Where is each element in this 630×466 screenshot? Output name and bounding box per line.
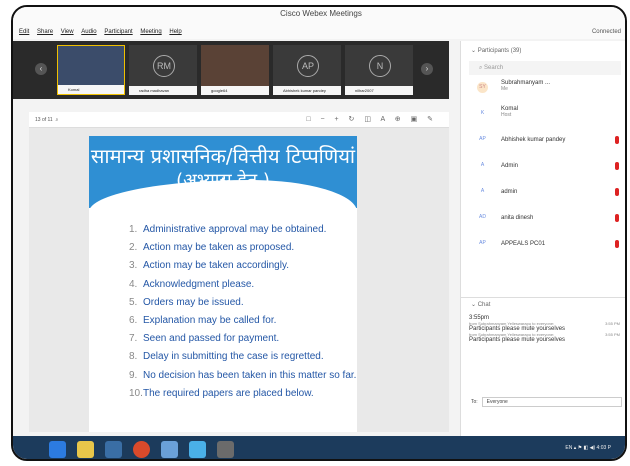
participant-name: anita dinesh — [501, 215, 534, 221]
muted-mic-icon[interactable] — [615, 214, 619, 222]
participant-row[interactable]: AD anita dinesh — [461, 205, 625, 231]
avatar: RM — [153, 55, 175, 77]
participant-row[interactable]: A Admin — [461, 153, 625, 179]
avatar: A — [480, 188, 485, 194]
muted-mic-icon[interactable] — [615, 162, 619, 170]
webex-icon[interactable] — [189, 441, 206, 458]
menu-share[interactable]: Share — [37, 25, 53, 39]
participant-search-input[interactable]: ⌕ Search — [469, 61, 621, 75]
participant-row[interactable]: SY Subrahmanyam ... Me — [461, 75, 625, 101]
list-item: 2. Action may be taken as proposed. — [129, 242, 295, 254]
list-item: 6. Explanation may be called for. — [129, 314, 277, 326]
menu-edit[interactable]: Edit — [19, 25, 29, 39]
participant-row[interactable]: AP APPEALS PC01 — [461, 231, 625, 257]
list-item: 7. Seen and passed for payment. — [129, 333, 280, 345]
muted-mic-icon[interactable] — [615, 136, 619, 144]
window-title: Cisco Webex Meetings — [13, 7, 625, 25]
thumb-caption: radha madhavan — [129, 86, 197, 95]
avatar: AP — [479, 136, 486, 142]
slide: सामान्य प्रशासनिक/वित्तीय टिप्पणियां : (… — [89, 136, 357, 432]
thumb-caption: Abhishek kumar pandey — [273, 86, 341, 95]
participant-row[interactable]: K Komal Host — [461, 101, 625, 127]
next-video-button[interactable]: › — [421, 63, 433, 75]
windows-taskbar: EN ▴ ⚑ ◧ ◀) 4:03 P — [13, 436, 625, 459]
shared-document-area: सामान्य प्रशासनिक/वित्तीय टिप्पणियां : (… — [29, 128, 449, 432]
folder-icon[interactable] — [77, 441, 94, 458]
avatar: K — [480, 110, 485, 116]
chat-header[interactable]: ⌄ Chat — [461, 297, 625, 311]
participant-name: admin — [501, 189, 518, 195]
chat-message: 3:55 PM from Subrahmanyam Yelleswarapu t… — [469, 321, 620, 332]
menu-audio[interactable]: Audio — [81, 25, 96, 39]
participant-name: Admin — [501, 163, 519, 169]
participants-header[interactable]: ⌄ Participants (39) — [461, 41, 625, 57]
document-toolbar: 13 of 11 ⌕ □ − + ↻ ◫ A ⊕ ▣ ✎ — [29, 112, 449, 128]
participant-row[interactable]: Aadmin — [461, 179, 625, 205]
avatar: SY — [477, 82, 488, 93]
avatar: N — [369, 55, 391, 77]
ie-icon[interactable] — [49, 441, 66, 458]
window-icon[interactable] — [161, 441, 178, 458]
participant-row[interactable]: AP Abhishek kumar pandey — [461, 127, 625, 153]
participant-name: Subrahmanyam ... — [501, 80, 551, 86]
chat-message: 3:55 PM from Subrahmanyam Yelleswarapu t… — [469, 332, 620, 343]
menu-bar: Edit Share View Audio Participant Meetin… — [13, 25, 625, 39]
participant-name: Abhishek kumar pandey — [501, 137, 566, 143]
prev-video-button[interactable]: ‹ — [35, 63, 47, 75]
webex-window: Cisco Webex Meetings Edit Share View Aud… — [11, 5, 627, 461]
connection-status: Connected — [591, 29, 621, 35]
muted-mic-icon[interactable] — [615, 188, 619, 196]
app-icon[interactable] — [105, 441, 122, 458]
avatar: AP — [479, 240, 486, 246]
page-number: 13 of 11 ⌕ — [35, 117, 59, 123]
list-item: 4. Acknowledgment please. — [129, 278, 255, 290]
video-thumb-nilhar[interactable]: N nilhar2007 — [345, 45, 413, 95]
list-item: 9. No decision has been taken in this mat… — [129, 369, 357, 381]
thumb-caption: Komal — [58, 85, 124, 94]
list-item: 3. Action may be taken accordingly. — [129, 260, 290, 272]
system-tray: EN ▴ ⚑ ◧ ◀) 4:03 P — [565, 445, 611, 451]
thumb-caption: nilhar2007 — [345, 86, 413, 95]
chat-messages: 3:55pm 3:55 PM from Subrahmanyam Yellesw… — [469, 315, 624, 343]
list-item: 10.The required papers are placed below. — [129, 387, 314, 399]
video-thumb-google[interactable]: google64 — [201, 45, 269, 95]
video-thumb-komal[interactable]: Komal — [57, 45, 125, 95]
media-icon[interactable] — [217, 441, 234, 458]
video-thumb-radha[interactable]: RM radha madhavan — [129, 45, 197, 95]
slide-subheading: (अभ्यास हेतु ) — [176, 170, 270, 191]
video-thumb-abhishek[interactable]: AP Abhishek kumar pandey — [273, 45, 341, 95]
slide-banner: सामान्य प्रशासनिक/वित्तीय टिप्पणियां : (… — [89, 136, 357, 212]
screen-frame: Cisco Webex Meetings Edit Share View Aud… — [0, 0, 630, 466]
list-item: 5. Orders may be issued. — [129, 296, 244, 308]
menu-help[interactable]: Help — [169, 25, 181, 39]
muted-mic-icon[interactable] — [615, 240, 619, 248]
slide-list: 1. Administrative approval may be obtaine… — [129, 224, 359, 406]
video-strip: ‹ Komal RM radha madhavan google64 AP Ab… — [13, 41, 449, 99]
avatar: AP — [297, 55, 319, 77]
participant-name: APPEALS PC01 — [501, 241, 546, 247]
chat-recipient: To: Everyone — [471, 397, 622, 407]
right-panel: ⌄ Participants (39) ⌕ Search SY Subrahman… — [460, 41, 625, 436]
avatar: AD — [479, 214, 486, 220]
annotation-tools[interactable]: □ − + ↻ ◫ A ⊕ ▣ ✎ — [306, 115, 437, 123]
menu-participant[interactable]: Participant — [104, 25, 132, 39]
menu-view[interactable]: View — [61, 25, 74, 39]
chrome-icon[interactable] — [133, 441, 150, 458]
thumb-caption: google64 — [201, 86, 269, 95]
avatar: A — [480, 162, 485, 168]
recipient-select[interactable]: Everyone — [481, 397, 622, 407]
list-item: 8. Delay in submitting the case is regret… — [129, 351, 324, 363]
menu-meeting[interactable]: Meeting — [140, 25, 161, 39]
list-item: 1. Administrative approval may be obtaine… — [129, 224, 327, 235]
